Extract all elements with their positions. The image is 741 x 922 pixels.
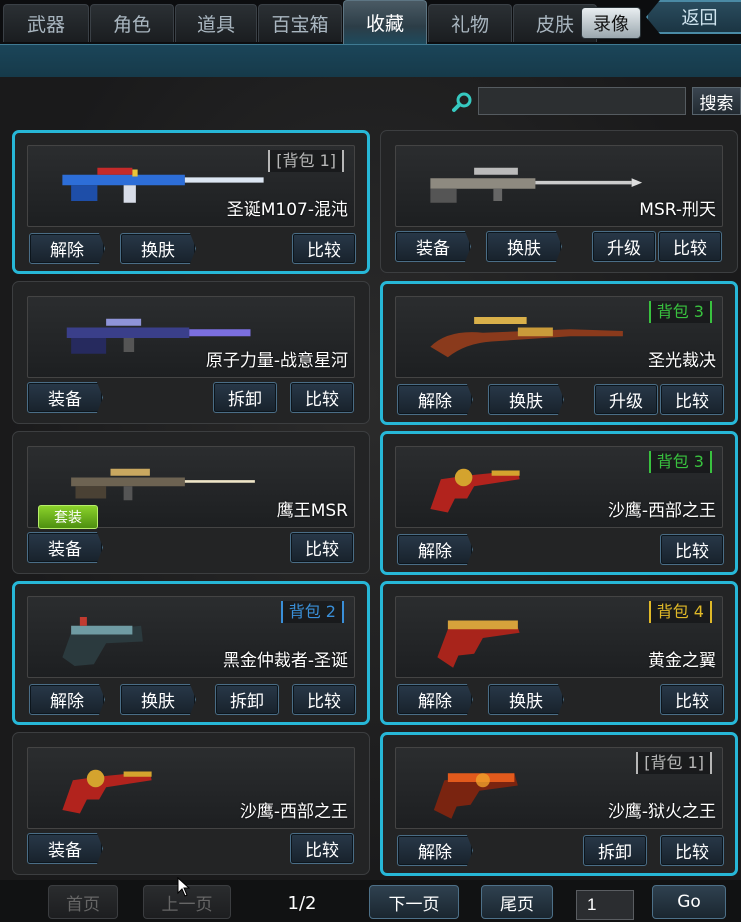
tab-favorites[interactable]: 收藏 — [343, 0, 427, 44]
unequip-button[interactable]: 解除 — [397, 384, 473, 415]
equip-button[interactable]: 装备 — [395, 231, 471, 262]
go-button[interactable]: Go — [652, 885, 726, 919]
tab-items[interactable]: 道具 — [175, 4, 257, 42]
page-number-input[interactable] — [576, 890, 634, 920]
unequip-button[interactable]: 解除 — [29, 684, 105, 715]
unequip-button[interactable]: 解除 — [397, 534, 473, 565]
item-preview: 背包 4 黄金之翼 — [395, 596, 723, 678]
compare-button[interactable]: 比较 — [660, 384, 724, 415]
change-skin-button[interactable]: 换肤 — [120, 233, 196, 264]
search-button[interactable]: 搜索 — [692, 87, 741, 115]
tab-treasure-box[interactable]: 百宝箱 — [258, 4, 342, 42]
equip-button[interactable]: 装备 — [27, 382, 103, 413]
item-card[interactable]: 背包 4 黄金之翼解除 换肤 比较 — [380, 581, 738, 725]
page-indicator: 1/2 — [287, 893, 317, 914]
backpack-badge: 背包 2 — [280, 601, 344, 623]
compare-button[interactable]: 比较 — [660, 534, 724, 565]
item-name: 黄金之翼 — [648, 651, 716, 671]
equip-button[interactable]: 装备 — [27, 833, 103, 864]
tab-gifts[interactable]: 礼物 — [428, 4, 512, 42]
unequip-button[interactable]: 解除 — [397, 684, 473, 715]
compare-button[interactable]: 比较 — [290, 833, 354, 864]
item-preview: [背包 1] 圣诞M107-混沌 — [27, 145, 355, 227]
item-name: 圣诞M107-混沌 — [226, 200, 348, 220]
item-card[interactable]: 背包 3 圣光裁决解除 换肤 升级 比较 — [380, 281, 738, 425]
change-skin-button[interactable]: 换肤 — [488, 684, 564, 715]
item-name: 黑金仲裁者-圣诞 — [222, 651, 348, 671]
disassemble-button[interactable]: 拆卸 — [215, 684, 279, 715]
equip-button[interactable]: 装备 — [27, 532, 103, 563]
item-preview: [背包 1] 沙鹰-狱火之王 — [395, 747, 723, 829]
pistol-golden-wing-icon — [437, 620, 520, 668]
item-name: 圣光裁决 — [648, 351, 716, 371]
item-card[interactable]: MSR-刑天装备 换肤 升级 比较 — [380, 130, 738, 273]
search-icon — [452, 92, 472, 112]
item-preview: 沙鹰-西部之王 — [27, 747, 355, 829]
back-button[interactable]: 返回 — [646, 0, 741, 34]
compare-button[interactable]: 比较 — [292, 684, 356, 715]
item-name: MSR-刑天 — [639, 200, 716, 220]
item-name: 原子力量-战意星河 — [205, 351, 348, 371]
change-skin-button[interactable]: 换肤 — [488, 384, 564, 415]
item-preview: 背包 3 圣光裁决 — [395, 296, 723, 378]
set-tag: 套装 — [38, 505, 98, 529]
backpack-badge: 背包 4 — [648, 601, 712, 623]
item-name: 鹰王MSR — [276, 501, 348, 521]
compare-button[interactable]: 比较 — [290, 532, 354, 563]
item-card[interactable]: 背包 3 沙鹰-西部之王解除 比较 — [380, 431, 738, 575]
compare-button[interactable]: 比较 — [660, 684, 724, 715]
last-page-button[interactable]: 尾页 — [481, 885, 553, 919]
unequip-button[interactable]: 解除 — [397, 835, 473, 866]
upgrade-button[interactable]: 升级 — [594, 384, 658, 415]
item-name: 沙鹰-西部之王 — [239, 802, 348, 822]
tab-bar: 武器 角色 道具 百宝箱 收藏 礼物 皮肤 录像 返回 — [0, 0, 741, 44]
sniper-rifle-silver-icon — [430, 167, 643, 203]
backpack-badge: 背包 3 — [648, 451, 712, 473]
disassemble-button[interactable]: 拆卸 — [213, 382, 277, 413]
disassemble-button[interactable]: 拆卸 — [583, 835, 647, 866]
unequip-button[interactable]: 解除 — [29, 233, 105, 264]
item-preview: MSR-刑天 — [395, 145, 723, 227]
compare-button[interactable]: 比较 — [292, 233, 356, 264]
sniper-rifle-gold-icon — [430, 317, 623, 358]
first-page-button[interactable]: 首页 — [48, 885, 118, 919]
change-skin-button[interactable]: 换肤 — [120, 684, 196, 715]
compare-button[interactable]: 比较 — [290, 382, 354, 413]
item-name: 沙鹰-狱火之王 — [607, 802, 716, 822]
item-preview: 背包 3 沙鹰-西部之王 — [395, 446, 723, 528]
item-preview: 背包 2 黑金仲裁者-圣诞 — [27, 596, 355, 678]
backpack-badge: 背包 3 — [648, 301, 712, 323]
search-input[interactable] — [478, 87, 686, 115]
item-card[interactable]: [背包 1] 圣诞M107-混沌解除 换肤 比较 — [12, 130, 370, 274]
item-card[interactable]: [背包 1] 沙鹰-狱火之王解除 拆卸 比较 — [380, 732, 738, 876]
item-preview: 套装 鹰王MSR — [27, 446, 355, 529]
upgrade-button[interactable]: 升级 — [592, 231, 656, 262]
change-skin-button[interactable]: 换肤 — [486, 231, 562, 262]
video-button[interactable]: 录像 — [581, 7, 641, 39]
compare-button[interactable]: 比较 — [660, 835, 724, 866]
item-preview: 原子力量-战意星河 — [27, 296, 355, 378]
item-card[interactable]: 原子力量-战意星河装备 拆卸 比较 — [12, 281, 370, 424]
compare-button[interactable]: 比较 — [658, 231, 722, 262]
mouse-cursor-icon — [177, 877, 191, 897]
next-page-button[interactable]: 下一页 — [369, 885, 459, 919]
item-card[interactable]: 沙鹰-西部之王装备 比较 — [12, 732, 370, 875]
item-card[interactable]: 套装 鹰王MSR 装备 比较 — [12, 431, 370, 574]
tab-characters[interactable]: 角色 — [90, 4, 174, 42]
item-name: 沙鹰-西部之王 — [607, 501, 716, 521]
backpack-badge: [背包 1] — [636, 752, 712, 774]
tab-weapons[interactable]: 武器 — [3, 4, 89, 42]
backpack-badge: [背包 1] — [268, 150, 344, 172]
header-banner — [0, 44, 741, 78]
item-card[interactable]: 背包 2 黑金仲裁者-圣诞解除 换肤 拆卸 比较 — [12, 581, 370, 725]
